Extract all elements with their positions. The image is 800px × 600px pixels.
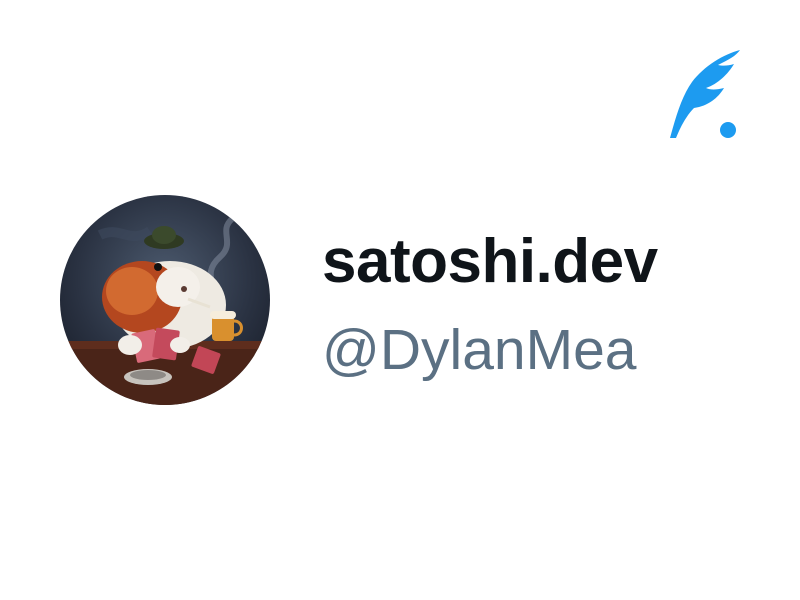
avatar[interactable] <box>60 195 270 405</box>
user-handle[interactable]: @DylanMea <box>322 310 680 390</box>
display-name[interactable]: satoshi.dev <box>322 222 680 302</box>
profile-names: satoshi.dev @DylanMea <box>322 222 680 390</box>
feather-pen-icon <box>664 46 742 142</box>
profile-card: satoshi.dev @DylanMea <box>0 0 800 600</box>
